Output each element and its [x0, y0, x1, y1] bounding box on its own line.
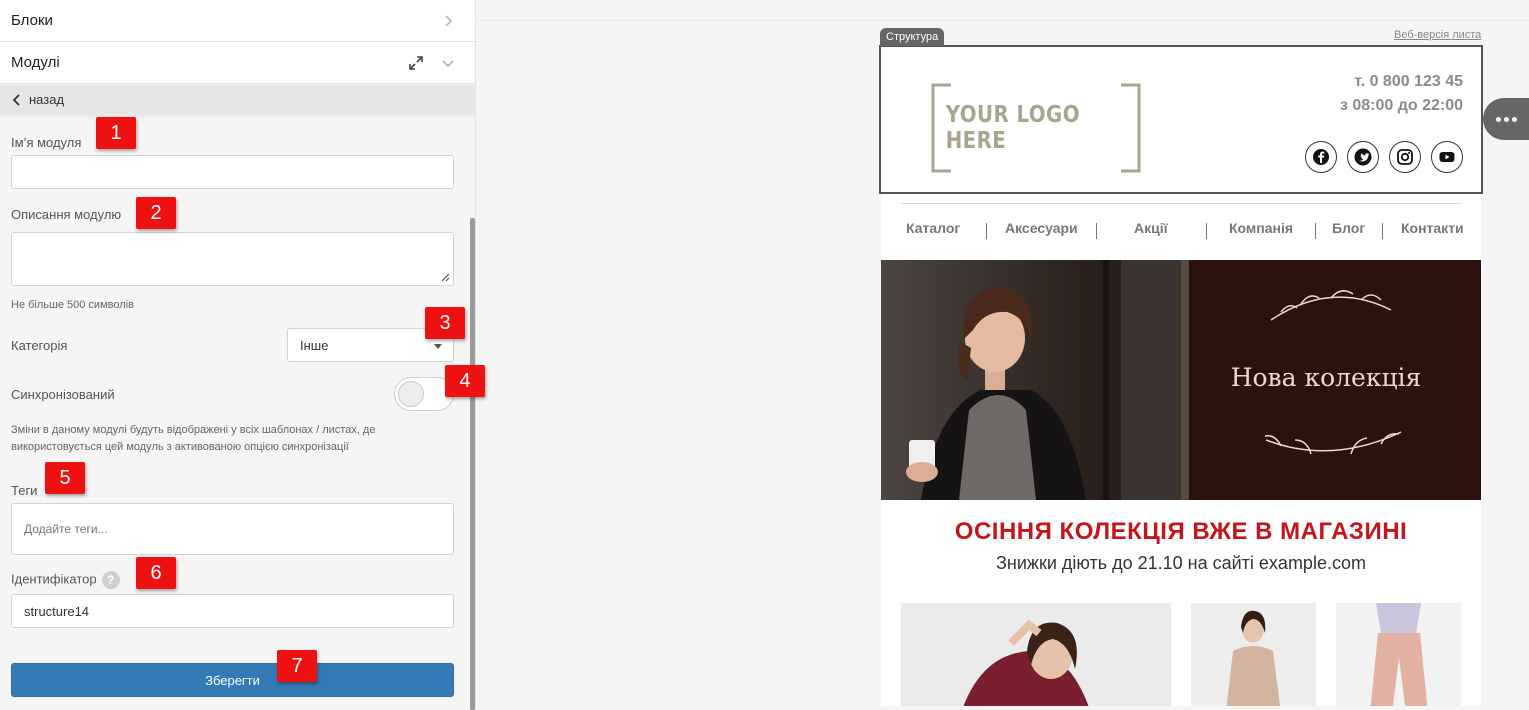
header-divider — [901, 203, 1461, 204]
category-selected-value: Інше — [300, 337, 329, 353]
product-image[interactable] — [901, 603, 1171, 706]
sync-hint-line1: Зміни в даному модулі будуть відображені… — [11, 424, 376, 436]
tags-label: Теги — [11, 483, 38, 498]
dot — [1503, 116, 1509, 122]
logo-placeholder: YOUR LOGO HERE — [931, 83, 1141, 173]
menu-separator — [986, 223, 987, 239]
menu-separator — [1206, 223, 1207, 239]
annotation-badge-4: 4 — [445, 365, 485, 397]
identifier-label: Ідентифікатор — [11, 571, 97, 587]
modules-accordion[interactable]: Модулі — [0, 42, 475, 84]
annotation-badge-5: 5 — [45, 462, 85, 494]
description-limit-hint: Не більше 500 символів — [11, 299, 134, 311]
twitter-icon[interactable] — [1347, 141, 1379, 173]
annotation-badge-1: 1 — [96, 117, 136, 149]
annotation-badge-3: 3 — [425, 307, 465, 339]
blocks-accordion[interactable]: Блоки — [0, 0, 475, 42]
web-version-link[interactable]: Веб-версія листа — [1394, 29, 1481, 41]
dot — [1495, 116, 1501, 122]
expand-icon[interactable] — [408, 55, 424, 71]
facebook-icon[interactable] — [1305, 141, 1337, 173]
menu-item-sales[interactable]: Акції — [1134, 220, 1168, 236]
module-description-wrapper — [11, 232, 454, 286]
annotation-badge-7: 7 — [277, 650, 317, 682]
promo-title: ОСІННЯ КОЛЕКЦІЯ ВЖЕ В МАГАЗИНІ — [954, 518, 1408, 545]
module-description-label: Описання модулю — [11, 207, 122, 222]
instagram-icon[interactable] — [1389, 141, 1421, 173]
contact-info: т. 0 800 123 45 з 08:00 до 22:00 — [1340, 70, 1463, 118]
email-header-structure[interactable]: YOUR LOGO HERE т. 0 800 123 45 з 08:00 д… — [879, 45, 1483, 194]
menu-item-blog[interactable]: Блог — [1332, 220, 1365, 236]
product-image[interactable] — [1191, 603, 1316, 706]
sync-label: Синхронізований — [11, 387, 115, 402]
back-label: назад — [29, 92, 65, 107]
promo-subtitle: Знижки діють до 21.10 на сайті example.c… — [996, 553, 1366, 573]
help-icon[interactable]: ? — [101, 571, 120, 589]
module-settings-panel: Блоки Модулі назад Ім’я модуля Описання … — [0, 0, 476, 710]
toggle-knob — [398, 381, 424, 407]
social-links — [1305, 141, 1463, 173]
menu-item-catalog[interactable]: Каталог — [906, 220, 960, 236]
product-photo — [1191, 603, 1316, 706]
menu-item-company[interactable]: Компанія — [1229, 220, 1293, 236]
resize-handle-icon[interactable] — [441, 273, 450, 282]
product-photo — [1336, 603, 1461, 706]
sync-hint-line2: використовується цей модуль з активовано… — [11, 441, 349, 453]
canvas-divider — [477, 20, 1529, 21]
product-photo — [901, 603, 1171, 706]
product-image[interactable] — [1336, 603, 1461, 706]
annotation-badge-6: 6 — [136, 557, 176, 589]
identifier-label-row: Ідентифікатор? — [11, 571, 120, 589]
logo-text: YOUR LOGO HERE — [945, 102, 1080, 154]
hero-banner-image: Нова колекція — [881, 260, 1481, 500]
blocks-label: Блоки — [11, 12, 53, 29]
more-options-button[interactable] — [1483, 98, 1529, 140]
chevron-left-icon — [12, 93, 20, 106]
banner-text: Нова колекція — [1231, 363, 1422, 392]
save-button[interactable]: Зберегти — [11, 663, 454, 697]
menu-item-accessories[interactable]: Аксесуари — [1005, 220, 1078, 236]
phone-number: т. 0 800 123 45 — [1354, 73, 1463, 90]
module-name-label: Ім’я модуля — [11, 135, 82, 150]
working-hours: з 08:00 до 22:00 — [1339, 97, 1463, 114]
youtube-icon[interactable] — [1431, 141, 1463, 173]
hero-banner[interactable]: Нова колекція — [881, 260, 1481, 500]
category-label: Категорія — [11, 338, 68, 353]
menu-item-contacts[interactable]: Контакти — [1401, 220, 1464, 236]
chevron-right-icon — [445, 15, 453, 27]
structure-tag[interactable]: Структура — [880, 28, 945, 46]
menu-separator — [1096, 223, 1097, 239]
annotation-badge-2: 2 — [136, 197, 176, 229]
menu-separator — [1382, 223, 1383, 239]
chevron-down-icon[interactable] — [440, 55, 456, 71]
module-name-input[interactable] — [11, 155, 454, 189]
dot — [1511, 116, 1517, 122]
identifier-input[interactable] — [11, 594, 454, 628]
module-description-textarea[interactable] — [11, 232, 454, 286]
modules-label: Модулі — [11, 54, 60, 71]
panel-scrollbar[interactable] — [470, 218, 475, 710]
back-button[interactable]: назад — [0, 85, 475, 114]
email-nav-menu: Каталог Аксесуари Акції Компанія Блог Ко… — [881, 220, 1481, 242]
caret-down-icon — [434, 344, 442, 349]
tags-input[interactable] — [11, 503, 454, 555]
menu-separator — [1315, 223, 1316, 239]
